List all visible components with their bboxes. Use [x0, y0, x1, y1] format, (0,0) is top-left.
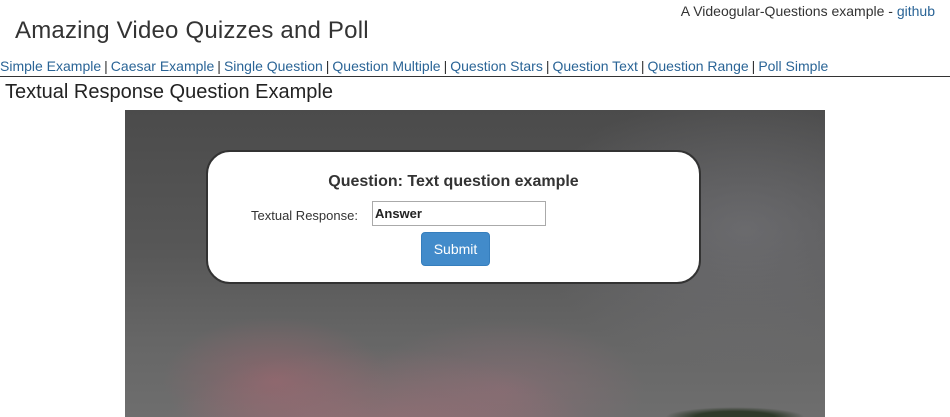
- submit-button[interactable]: Submit: [421, 232, 490, 266]
- nav-question-multiple[interactable]: Question Multiple: [332, 58, 440, 74]
- header-tagline: A Videogular-Questions example - github: [681, 3, 935, 19]
- nav-separator: |: [104, 58, 108, 74]
- nav-caesar-example[interactable]: Caesar Example: [111, 58, 215, 74]
- nav-separator: |: [325, 58, 330, 74]
- question-title: Question: Text question example: [328, 173, 579, 190]
- nav-simple-example[interactable]: Simple Example: [0, 58, 101, 74]
- nav-separator: |: [751, 58, 756, 74]
- nav-question-stars[interactable]: Question Stars: [450, 58, 543, 74]
- nav-poll-simple[interactable]: Poll Simple: [758, 58, 828, 74]
- nav-single-question[interactable]: Single Question: [224, 58, 323, 74]
- response-input[interactable]: [372, 201, 546, 226]
- nav-separator: |: [217, 58, 221, 74]
- video-frame-trees: [665, 407, 805, 417]
- nav-question-range[interactable]: Question Range: [647, 58, 748, 74]
- video-player[interactable]: Question: Text question example Textual …: [125, 110, 825, 417]
- response-label: Textual Response:: [251, 208, 358, 223]
- nav-separator: |: [443, 58, 448, 74]
- tagline-text: A Videogular-Questions example -: [680, 3, 897, 19]
- nav-question-text[interactable]: Question Text: [552, 58, 637, 74]
- section-title: Textual Response Question Example: [5, 81, 333, 103]
- github-link[interactable]: github: [897, 3, 935, 19]
- page: A Videogular-Questions example - github …: [0, 0, 950, 417]
- question-overlay: Question: Text question example Textual …: [206, 150, 701, 284]
- example-nav: Simple Example | Caesar Example | Single Que…: [0, 58, 950, 77]
- site-title: Amazing Video Quizzes and Poll: [15, 17, 369, 44]
